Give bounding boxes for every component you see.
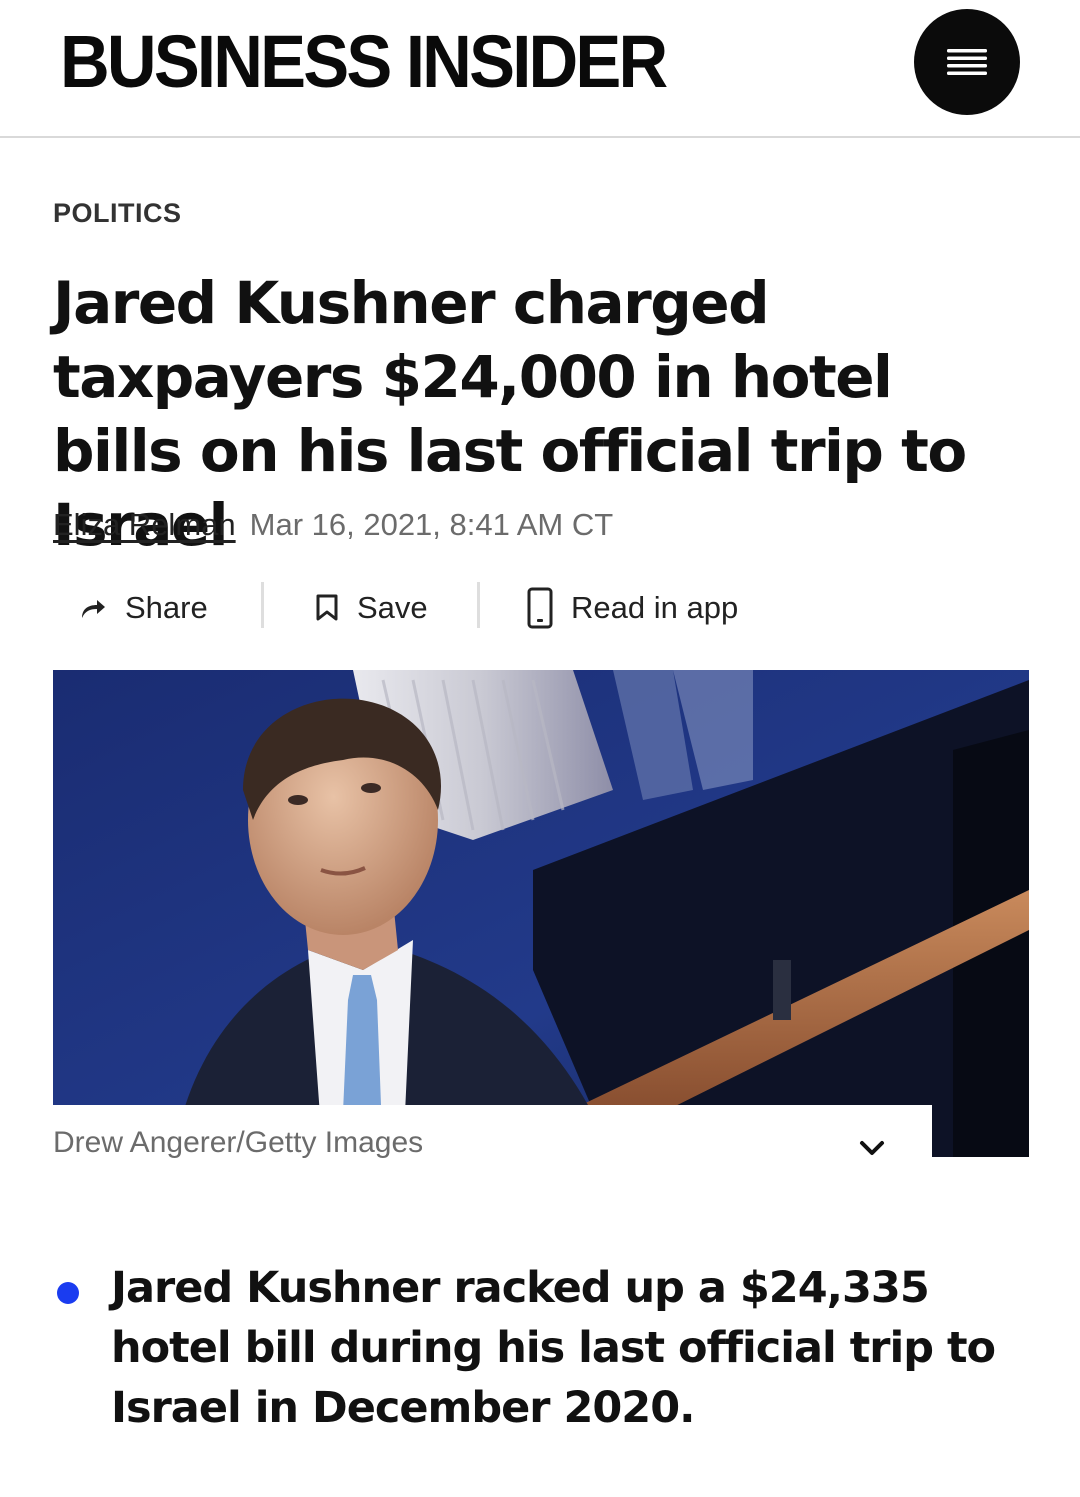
save-button[interactable]: Save [315,578,428,638]
hamburger-menu-icon [947,49,987,75]
photo-caption: Drew Angerer/Getty Images [53,1126,424,1159]
action-divider [477,582,480,628]
chevron-down-icon [860,1141,884,1155]
publish-date: Mar 16, 2021, 8:41 AM CT [249,507,614,542]
save-label: Save [357,590,428,625]
phone-icon [527,587,553,629]
read-in-app-label: Read in app [571,590,739,625]
action-divider [261,582,264,628]
bullet-dot-icon [57,1282,79,1304]
category-label[interactable]: POLITICS [53,198,182,229]
bookmark-icon [316,594,338,621]
caption-toggle-button[interactable] [852,1128,892,1168]
share-label: Share [125,590,208,625]
key-points-list: Jared Kushner racked up a $24,335 hotel … [53,1258,1033,1438]
key-point-item: Jared Kushner racked up a $24,335 hotel … [53,1258,1033,1438]
byline: Eliza Relman Mar 16, 2021, 8:41 AM CT [53,506,613,544]
article-photo[interactable] [53,670,1029,1157]
site-logo[interactable]: BUSINESS INSIDER [60,22,668,102]
author-link[interactable]: Eliza Relman [53,507,236,542]
menu-button[interactable] [914,9,1020,115]
article-actions: Share Save Read in app [53,578,813,638]
key-point-text: Jared Kushner racked up a $24,335 hotel … [111,1263,996,1433]
read-in-app-button[interactable]: Read in app [527,578,738,638]
share-arrow-icon [82,600,105,618]
share-button[interactable]: Share [79,578,208,638]
site-header: BUSINESS INSIDER [0,0,1080,138]
photo-illustration [53,670,1029,1157]
